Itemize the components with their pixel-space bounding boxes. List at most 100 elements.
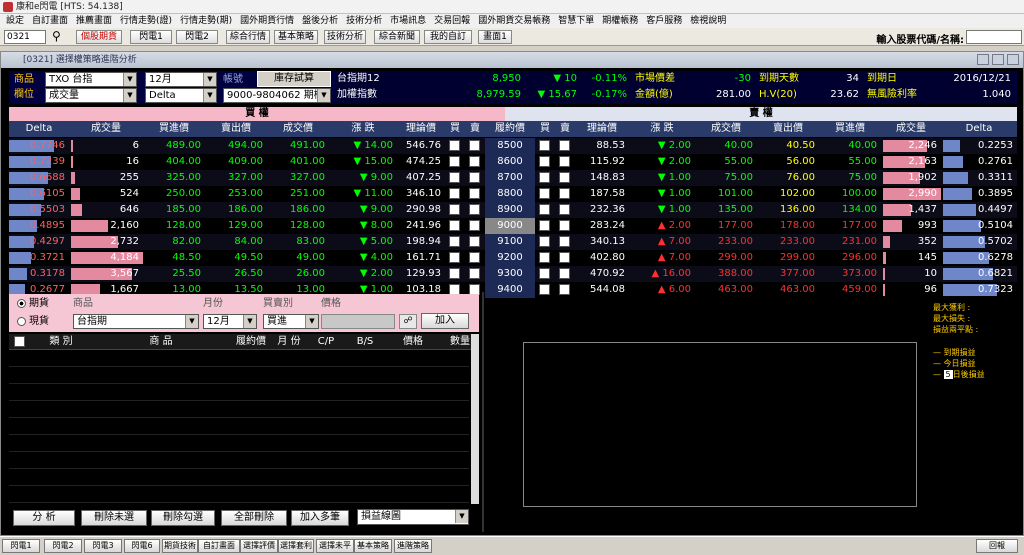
table-row[interactable]: 0.3178 3,567 25.50 26.50 26.00 ▼ 2.00 129.93 93… xyxy=(9,266,1017,282)
select-all-checkbox[interactable] xyxy=(14,336,25,347)
toolbar-button[interactable]: 綜合行情 xyxy=(226,30,270,44)
select-checkbox[interactable] xyxy=(469,188,480,199)
menu-item[interactable]: 期權帳務 xyxy=(598,14,642,28)
order-month-select[interactable]: 12月 ▼ xyxy=(203,314,257,329)
select-checkbox[interactable] xyxy=(559,252,570,263)
strike-price[interactable]: 9300 xyxy=(485,266,535,282)
select-checkbox[interactable] xyxy=(539,204,550,215)
status-button[interactable]: 進階策略 xyxy=(394,539,432,553)
table-row[interactable]: 0.4895 2,160 128.00 129.00 128.00 ▼ 8.00 241.9… xyxy=(9,218,1017,234)
select-checkbox[interactable] xyxy=(559,156,570,167)
select-checkbox[interactable] xyxy=(449,204,460,215)
select-checkbox[interactable] xyxy=(469,204,480,215)
status-button[interactable]: 閃電2 xyxy=(44,539,82,553)
table-row[interactable]: 0.6688 255 325.00 327.00 327.00 ▼ 9.00 407.25 8… xyxy=(9,170,1017,186)
menu-item[interactable]: 檢視說明 xyxy=(686,14,730,28)
greek-select[interactable]: Delta ▼ xyxy=(145,88,217,103)
toolbar-button[interactable]: 基本策略 xyxy=(274,30,318,44)
menu-item[interactable]: 國外期貨行情 xyxy=(236,14,298,28)
table-row[interactable]: 0.7239 16 404.00 409.00 401.00 ▼ 15.00 474.25 8… xyxy=(9,154,1017,170)
select-checkbox[interactable] xyxy=(539,252,550,263)
status-button[interactable]: 閃電6 xyxy=(124,539,160,553)
toolbar-button[interactable]: 閃電2 xyxy=(176,30,218,44)
select-checkbox[interactable] xyxy=(559,220,570,231)
month-select[interactable]: 12月 ▼ xyxy=(145,72,217,87)
table-row[interactable]: 0.7746 6 489.00 494.00 491.00 ▼ 14.00 546.76 85… xyxy=(9,138,1017,154)
select-checkbox[interactable] xyxy=(539,140,550,151)
select-checkbox[interactable] xyxy=(469,156,480,167)
menu-item[interactable]: 客戶服務 xyxy=(642,14,686,28)
code-input[interactable]: 0321 xyxy=(4,30,46,44)
strike-price[interactable]: 8500 xyxy=(485,138,535,154)
select-checkbox[interactable] xyxy=(539,236,550,247)
select-checkbox[interactable] xyxy=(449,188,460,199)
status-button[interactable]: 選擇套利 xyxy=(278,539,314,553)
table-row[interactable]: 0.5503 646 185.00 186.00 186.00 ▼ 9.00 290.98 8… xyxy=(9,202,1017,218)
strike-price[interactable]: 9100 xyxy=(485,234,535,250)
menu-item[interactable]: 盤後分析 xyxy=(298,14,342,28)
strike-price[interactable]: 8900 xyxy=(485,202,535,218)
select-checkbox[interactable] xyxy=(469,140,480,151)
menu-item[interactable]: 推薦畫面 xyxy=(72,14,116,28)
futures-radio[interactable] xyxy=(17,299,26,308)
order-product-select[interactable]: 台指期 ▼ xyxy=(73,314,199,329)
days-after-input[interactable]: 5 xyxy=(943,370,953,379)
status-button[interactable]: 閃電3 xyxy=(84,539,122,553)
select-checkbox[interactable] xyxy=(449,252,460,263)
menu-item[interactable]: 行情走勢(證) xyxy=(116,14,176,28)
menu-item[interactable]: 行情走勢(期) xyxy=(176,14,236,28)
select-checkbox[interactable] xyxy=(449,220,460,231)
minimize-icon[interactable] xyxy=(977,54,989,65)
select-checkbox[interactable] xyxy=(469,252,480,263)
select-checkbox[interactable] xyxy=(539,220,550,231)
status-button[interactable]: 自訂畫面 xyxy=(198,539,240,553)
menu-item[interactable]: 交易回報 xyxy=(430,14,474,28)
status-button[interactable]: 期貨技術 xyxy=(162,539,198,553)
status-button[interactable]: 選擇未平 xyxy=(316,539,354,553)
select-checkbox[interactable] xyxy=(449,268,460,279)
action-button[interactable]: 刪除未選 xyxy=(81,510,147,526)
add-order-button[interactable]: 加入 xyxy=(421,313,469,329)
select-checkbox[interactable] xyxy=(559,204,570,215)
scrollbar[interactable] xyxy=(471,334,479,504)
select-checkbox[interactable] xyxy=(449,156,460,167)
table-row[interactable]: 0.6105 524 250.00 253.00 251.00 ▼ 11.00 346.10… xyxy=(9,186,1017,202)
select-checkbox[interactable] xyxy=(469,236,480,247)
strike-price[interactable]: 8800 xyxy=(485,186,535,202)
toolbar-button[interactable]: 個股期貨 xyxy=(76,30,122,44)
spot-radio[interactable] xyxy=(17,317,26,326)
close-icon[interactable] xyxy=(1007,54,1019,65)
select-checkbox[interactable] xyxy=(539,156,550,167)
select-checkbox[interactable] xyxy=(539,284,550,295)
menu-item[interactable]: 技術分析 xyxy=(342,14,386,28)
select-checkbox[interactable] xyxy=(449,140,460,151)
action-button[interactable]: 分 析 xyxy=(13,510,75,526)
calc-button[interactable]: 庫存試算 xyxy=(257,71,331,87)
toolbar-button[interactable]: 技術分析 xyxy=(324,30,366,44)
link-icon[interactable]: ☍ xyxy=(399,314,417,329)
action-button[interactable]: 加入多筆 xyxy=(291,510,349,526)
strike-price[interactable]: 9000 xyxy=(485,218,535,234)
toolbar-button[interactable]: 閃電1 xyxy=(130,30,172,44)
select-checkbox[interactable] xyxy=(559,140,570,151)
field-select[interactable]: 成交量 ▼ xyxy=(45,88,137,103)
order-side-select[interactable]: 買進 ▼ xyxy=(263,314,319,329)
search-icon[interactable]: ⚲ xyxy=(52,29,61,43)
menu-item[interactable]: 自訂畫面 xyxy=(28,14,72,28)
select-checkbox[interactable] xyxy=(449,172,460,183)
select-checkbox[interactable] xyxy=(559,236,570,247)
select-checkbox[interactable] xyxy=(559,188,570,199)
product-select[interactable]: TXO 台指 ▼ xyxy=(45,72,137,87)
table-row[interactable]: 0.3721 4,184 48.50 49.50 49.00 ▼ 4.00 161.71 92… xyxy=(9,250,1017,266)
menu-item[interactable]: 市場訊息 xyxy=(386,14,430,28)
table-row[interactable]: 0.4297 2,732 82.00 84.00 83.00 ▼ 5.00 198.94 91… xyxy=(9,234,1017,250)
toolbar-button[interactable]: 畫面1 xyxy=(478,30,512,44)
select-checkbox[interactable] xyxy=(469,268,480,279)
select-checkbox[interactable] xyxy=(449,236,460,247)
order-price-input[interactable] xyxy=(321,314,395,329)
select-checkbox[interactable] xyxy=(559,284,570,295)
stock-search-input[interactable] xyxy=(966,30,1022,44)
status-button[interactable]: 基本策略 xyxy=(354,539,392,553)
account-select[interactable]: 9000-9804062 期權 ▼ xyxy=(223,88,331,103)
toolbar-button[interactable]: 綜合新聞 xyxy=(374,30,420,44)
